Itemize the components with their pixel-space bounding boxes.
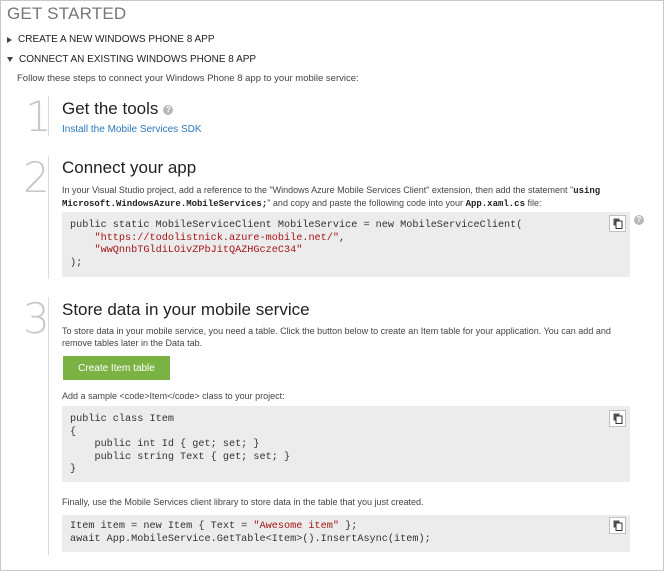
add-class-text: Add a sample <code>Item</code> class to … bbox=[62, 391, 285, 401]
step3-instructions: To store data in your mobile service, yo… bbox=[62, 326, 611, 348]
copy-button[interactable] bbox=[609, 517, 626, 534]
copy-icon bbox=[613, 520, 622, 531]
expand-arrow-icon bbox=[7, 36, 12, 43]
help-icon[interactable]: ? bbox=[163, 105, 174, 115]
step-divider bbox=[48, 96, 49, 136]
copy-button[interactable] bbox=[609, 215, 626, 232]
step-divider bbox=[48, 297, 49, 555]
copy-icon bbox=[613, 413, 622, 424]
section-label: CONNECT AN EXISTING WINDOWS PHONE 8 APP bbox=[19, 54, 257, 65]
step-number: 3 bbox=[23, 294, 50, 343]
intro-text: Follow these steps to connect your Windo… bbox=[17, 73, 359, 84]
final-text: Finally, use the Mobile Services client … bbox=[62, 497, 424, 507]
panel-frame bbox=[0, 0, 664, 571]
insert-code-block[interactable]: Item item = new Item { Text = "Awesome i… bbox=[62, 515, 630, 552]
step2-title: Connect your app bbox=[62, 158, 197, 177]
client-code-block[interactable]: public static MobileServiceClient Mobile… bbox=[62, 212, 630, 277]
step2-instructions: In your Visual Studio project, add a ref… bbox=[62, 185, 601, 209]
step-divider bbox=[48, 156, 49, 279]
copy-button[interactable] bbox=[609, 410, 626, 427]
collapse-arrow-icon bbox=[7, 57, 13, 62]
install-sdk-link[interactable]: Install the Mobile Services SDK bbox=[62, 124, 202, 135]
step3-title: Store data in your mobile service bbox=[62, 300, 310, 319]
class-code-block[interactable]: public class Item { public int Id { get;… bbox=[62, 406, 630, 482]
step1-title: Get the tools? bbox=[62, 99, 174, 119]
section-create-new[interactable]: CREATE A NEW WINDOWS PHONE 8 APP bbox=[7, 34, 215, 45]
copy-icon bbox=[613, 218, 622, 229]
create-item-table-button[interactable]: Create Item table bbox=[63, 356, 170, 380]
help-icon[interactable]: ? bbox=[634, 215, 644, 225]
page-title: GET STARTED bbox=[7, 4, 127, 23]
section-connect-existing[interactable]: CONNECT AN EXISTING WINDOWS PHONE 8 APP bbox=[7, 54, 256, 65]
section-label: CREATE A NEW WINDOWS PHONE 8 APP bbox=[18, 34, 215, 45]
step-number: 2 bbox=[23, 153, 50, 202]
